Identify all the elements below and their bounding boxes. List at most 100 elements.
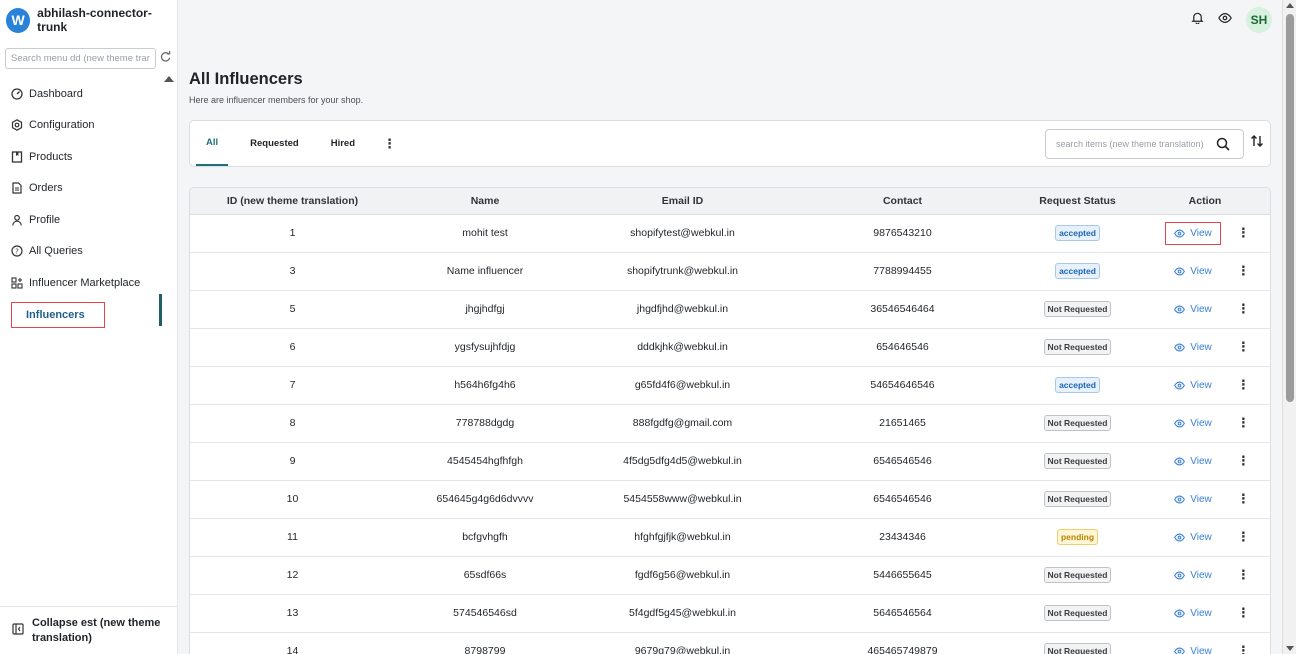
item-search — [1045, 129, 1244, 159]
page-title: All Influencers — [189, 70, 303, 88]
page-scrollbar[interactable] — [1282, 0, 1296, 654]
apps-icon — [11, 277, 23, 289]
view-button[interactable]: View — [1165, 221, 1221, 245]
row-more-icon[interactable]: ⋮ — [1237, 567, 1250, 583]
collapse-icon — [12, 622, 24, 640]
cell-action: View ⋮ — [1140, 252, 1270, 290]
view-button[interactable]: View — [1165, 450, 1221, 473]
row-more-icon[interactable]: ⋮ — [1237, 491, 1250, 507]
cell-id: 7 — [289, 379, 296, 391]
view-button[interactable]: View — [1165, 260, 1221, 283]
view-button[interactable]: View — [1165, 298, 1221, 321]
view-button[interactable]: View — [1165, 488, 1221, 511]
view-button[interactable]: View — [1165, 336, 1221, 359]
bell-icon[interactable] — [1191, 11, 1204, 29]
eye-icon — [1174, 419, 1186, 427]
view-label: View — [1190, 455, 1212, 467]
cell-status: accepted — [1015, 366, 1140, 404]
cell-action: View ⋮ — [1140, 632, 1270, 654]
row-more-icon[interactable]: ⋮ — [1237, 301, 1250, 317]
avatar[interactable]: SH — [1246, 7, 1272, 33]
eye-icon — [1174, 267, 1186, 275]
collapse-sidebar-button[interactable]: Collapse est (new theme translation) — [0, 606, 177, 654]
tab-all[interactable]: All — [196, 121, 229, 166]
sidebar-item-influencer-marketplace[interactable]: Influencer Marketplace — [0, 267, 164, 299]
cell-action: View ⋮ — [1140, 480, 1270, 518]
sidebar-scroll-up-icon[interactable] — [164, 76, 174, 82]
cell-action: View ⋮ — [1140, 214, 1270, 252]
brand[interactable]: W abhilash-connector-trunk — [0, 0, 177, 40]
cell-id: 1 — [289, 227, 296, 239]
cell-status: Not Requested — [1015, 556, 1140, 594]
row-more-icon[interactable]: ⋮ — [1237, 263, 1250, 279]
document-icon — [11, 182, 23, 194]
sidebar-item-orders[interactable]: Orders — [0, 173, 164, 205]
cell-email: 5f4gdf5g45@webkul.in — [629, 607, 736, 619]
view-button[interactable]: View — [1165, 374, 1221, 397]
cell-name: jhgjhdfgj — [465, 303, 505, 315]
view-button[interactable]: View — [1165, 602, 1221, 625]
cell-name: h564h6fg4h6 — [454, 379, 516, 391]
row-more-icon[interactable]: ⋮ — [1237, 339, 1250, 355]
sidebar-item-configuration[interactable]: Configuration — [0, 110, 164, 142]
filter-bar: All Requested Hired ⋮ — [189, 120, 1271, 167]
tabs-more-icon[interactable]: ⋮ — [377, 136, 402, 152]
table-row: 11 bcfgvhgfh hfghfgjfjk@webkul.in 23434346 p… — [190, 518, 1270, 556]
scroll-down-arrow-icon[interactable] — [1286, 646, 1294, 651]
row-more-icon[interactable]: ⋮ — [1237, 643, 1250, 654]
scroll-up-arrow-icon[interactable] — [1286, 3, 1294, 8]
cell-action: View ⋮ — [1140, 290, 1270, 328]
sidebar-item-label: Products — [29, 150, 73, 163]
book-icon — [11, 151, 23, 163]
row-more-icon[interactable]: ⋮ — [1237, 415, 1250, 431]
row-more-icon[interactable]: ⋮ — [1237, 377, 1250, 393]
cell-action: View ⋮ — [1140, 594, 1270, 632]
gauge-icon — [11, 88, 23, 100]
cell-action: View ⋮ — [1140, 556, 1270, 594]
row-more-icon[interactable]: ⋮ — [1237, 529, 1250, 545]
status-badge: Not Requested — [1043, 453, 1112, 469]
view-button[interactable]: View — [1165, 412, 1221, 435]
eye-icon — [1174, 495, 1186, 503]
view-label: View — [1190, 417, 1212, 429]
status-badge: accepted — [1055, 377, 1100, 393]
sidebar-item-label: Profile — [29, 213, 61, 226]
cell-id: 14 — [286, 645, 299, 654]
row-more-icon[interactable]: ⋮ — [1237, 453, 1250, 469]
refresh-icon[interactable] — [160, 51, 171, 65]
view-button[interactable]: View — [1165, 526, 1221, 549]
eye-icon[interactable] — [1218, 11, 1232, 29]
cell-status: Not Requested — [1015, 442, 1140, 480]
sidebar-item-products[interactable]: Products — [0, 141, 164, 173]
table-row: 12 65sdf66s fgdf6g56@webkul.in 5446655645 No… — [190, 556, 1270, 594]
menu-search-input[interactable] — [5, 47, 156, 69]
cell-id: 13 — [286, 607, 299, 619]
sidebar-item-profile[interactable]: Profile — [0, 204, 164, 236]
row-more-icon[interactable]: ⋮ — [1237, 605, 1250, 621]
cell-contact: 36546546464 — [870, 303, 935, 315]
cell-email: shopifytest@webkul.in — [630, 227, 735, 239]
cell-contact: 54654646546 — [870, 379, 935, 391]
item-search-input[interactable] — [1056, 139, 1206, 149]
tab-requested[interactable]: Requested — [240, 121, 309, 166]
cell-name: 4545454hgfhfgh — [447, 455, 523, 467]
sidebar-item-all-queries[interactable]: ? All Queries — [0, 236, 164, 268]
cell-contact: 465465749879 — [867, 645, 938, 654]
view-label: View — [1190, 303, 1212, 315]
cell-email: hfghfgjfjk@webkul.in — [634, 531, 731, 543]
row-more-icon[interactable]: ⋮ — [1237, 225, 1250, 241]
cell-email: dddkjhk@webkul.in — [637, 341, 728, 353]
tab-hired[interactable]: Hired — [321, 121, 365, 166]
view-button[interactable]: View — [1165, 640, 1221, 654]
view-button[interactable]: View — [1165, 564, 1221, 587]
column-header-email: Email ID — [661, 194, 704, 207]
scrollbar-thumb[interactable] — [1286, 14, 1294, 402]
sidebar-item-dashboard[interactable]: Dashboard — [0, 78, 164, 110]
eye-icon — [1174, 305, 1186, 313]
view-label: View — [1190, 607, 1212, 619]
cell-action: View ⋮ — [1140, 404, 1270, 442]
search-icon[interactable] — [1216, 137, 1230, 156]
sort-icon[interactable] — [1250, 134, 1264, 153]
cell-status: Not Requested — [1015, 328, 1140, 366]
sidebar-item-influencers[interactable]: Influencers — [0, 299, 164, 331]
